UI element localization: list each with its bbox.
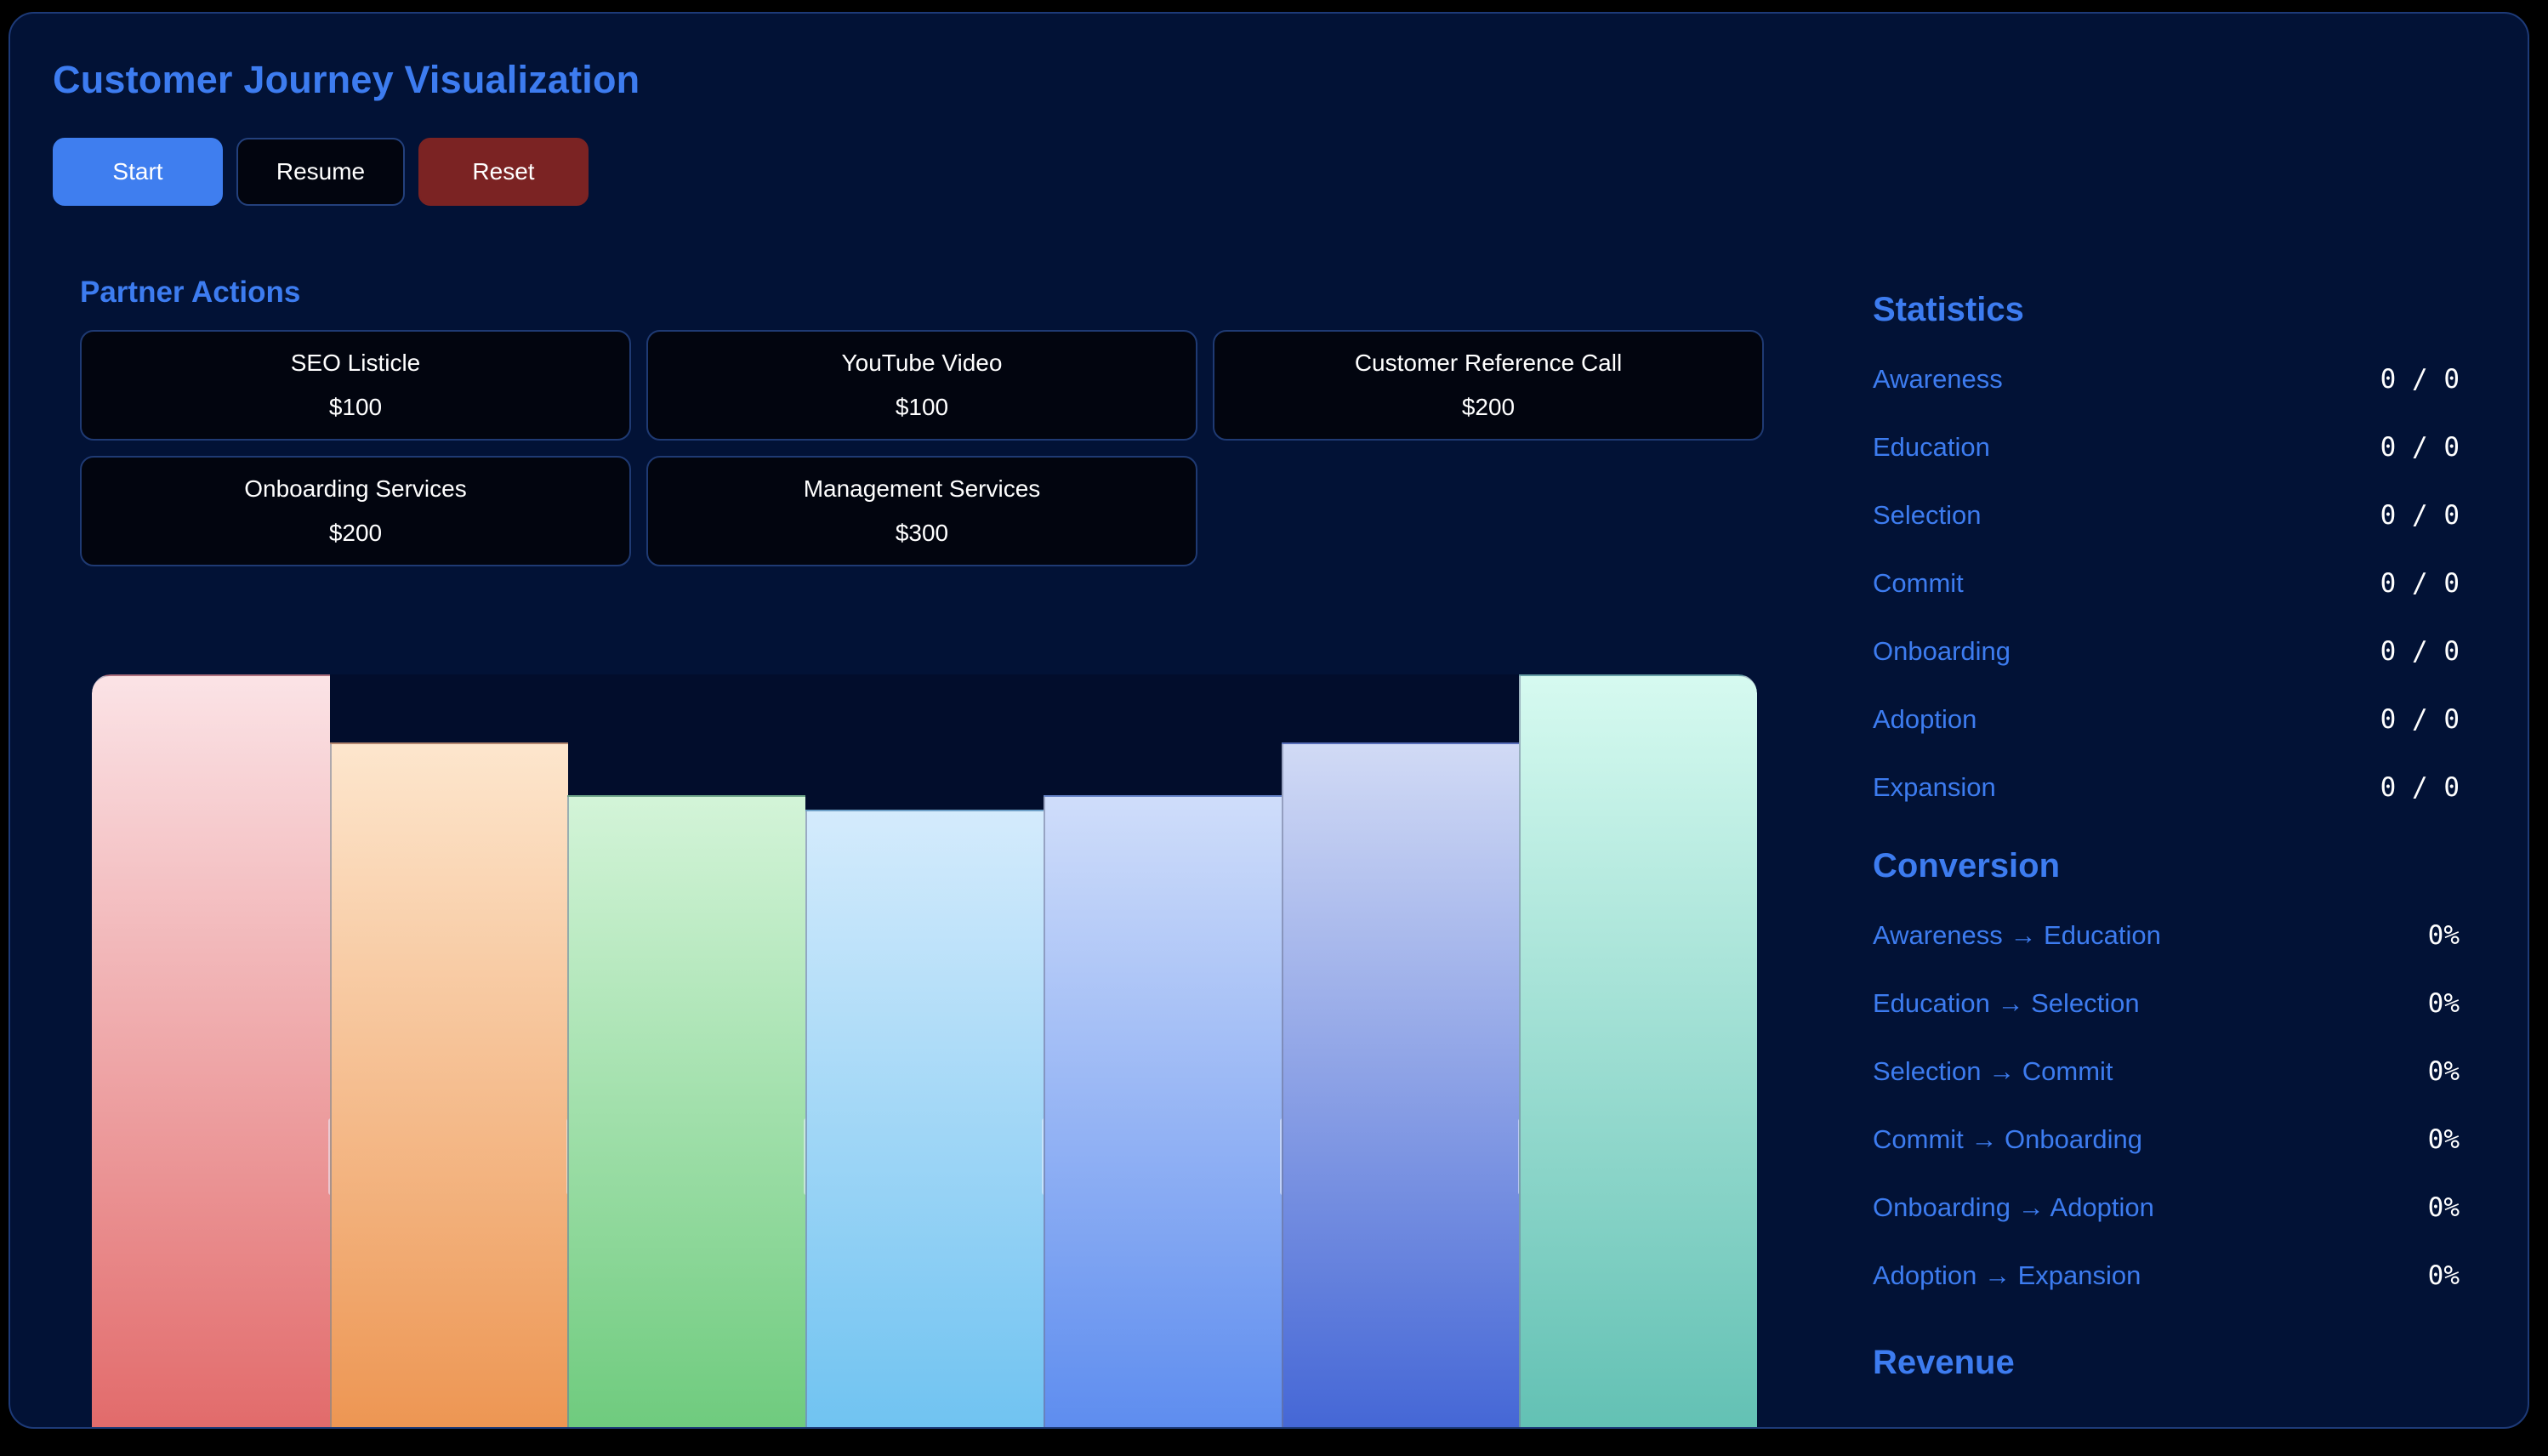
stat-value: 0 / 0 bbox=[2380, 772, 2460, 803]
conversion-label: Commit → Onboarding bbox=[1873, 1124, 2143, 1154]
conversion-value: 0% bbox=[2427, 1192, 2460, 1223]
control-bar: Start Resume Reset bbox=[53, 138, 589, 206]
stat-label: Expansion bbox=[1873, 772, 1996, 802]
stat-row-commit: Commit 0 / 0 bbox=[1873, 549, 2460, 617]
partner-actions-heading: Partner Actions bbox=[80, 276, 301, 309]
statistics-list: Awareness 0 / 0 Education 0 / 0 Selectio… bbox=[1873, 345, 2460, 822]
funnel-stage-commit bbox=[805, 810, 1047, 1427]
action-label: Onboarding Services bbox=[244, 475, 467, 502]
action-label: SEO Listicle bbox=[290, 350, 421, 376]
stat-row-onboarding: Onboarding 0 / 0 bbox=[1873, 617, 2460, 685]
start-button[interactable]: Start bbox=[53, 138, 223, 206]
action-price: $300 bbox=[895, 520, 949, 546]
stat-value: 0 / 0 bbox=[2380, 636, 2460, 667]
stat-label: Awareness bbox=[1873, 364, 2003, 394]
page-title: Customer Journey Visualization bbox=[53, 58, 640, 101]
stat-label: Adoption bbox=[1873, 704, 1977, 734]
conversion-value: 0% bbox=[2427, 1260, 2460, 1291]
stat-value: 0 / 0 bbox=[2380, 364, 2460, 395]
conversion-row: Selection → Commit 0% bbox=[1873, 1038, 2460, 1106]
funnel-stage-onboarding bbox=[1044, 795, 1285, 1427]
conversion-value: 0% bbox=[2427, 988, 2460, 1019]
conversion-value: 0% bbox=[2427, 1124, 2460, 1155]
action-card-youtube-video[interactable]: YouTube Video $100 bbox=[646, 330, 1197, 441]
action-label: Management Services bbox=[803, 475, 1041, 502]
action-card-seo-listicle[interactable]: SEO Listicle $100 bbox=[80, 330, 631, 441]
statistics-heading: Statistics bbox=[1873, 290, 2024, 328]
stat-label: Onboarding bbox=[1873, 636, 2011, 666]
conversion-label: Adoption → Expansion bbox=[1873, 1260, 2141, 1290]
conversion-heading: Conversion bbox=[1873, 846, 2061, 884]
conversion-row: Adoption → Expansion 0% bbox=[1873, 1242, 2460, 1310]
conversion-row: Onboarding → Adoption 0% bbox=[1873, 1174, 2460, 1242]
stat-label: Selection bbox=[1873, 500, 1982, 530]
reset-button[interactable]: Reset bbox=[418, 138, 589, 206]
conversion-label: Onboarding → Adoption bbox=[1873, 1192, 2154, 1222]
funnel-stage-awareness bbox=[92, 674, 333, 1427]
stat-value: 0 / 0 bbox=[2380, 432, 2460, 463]
conversion-list: Awareness → Education 0% Education → Sel… bbox=[1873, 901, 2460, 1310]
stat-row-expansion: Expansion 0 / 0 bbox=[1873, 754, 2460, 822]
action-price: $100 bbox=[328, 394, 383, 420]
conversion-value: 0% bbox=[2427, 920, 2460, 951]
action-label: YouTube Video bbox=[841, 350, 1003, 376]
stat-value: 0 / 0 bbox=[2380, 500, 2460, 531]
action-price: $200 bbox=[328, 520, 383, 546]
stats-panel: Statistics Awareness 0 / 0 Education 0 /… bbox=[1873, 286, 2460, 1386]
stat-label: Education bbox=[1873, 432, 1990, 462]
conversion-row: Commit → Onboarding 0% bbox=[1873, 1106, 2460, 1174]
action-card-management-services[interactable]: Management Services $300 bbox=[646, 456, 1197, 566]
journey-funnel bbox=[92, 674, 1757, 1427]
stat-row-education: Education 0 / 0 bbox=[1873, 413, 2460, 481]
resume-button[interactable]: Resume bbox=[236, 138, 405, 206]
conversion-row: Awareness → Education 0% bbox=[1873, 901, 2460, 970]
action-price: $200 bbox=[1461, 394, 1516, 420]
stat-label: Commit bbox=[1873, 568, 1964, 598]
conversion-value: 0% bbox=[2427, 1056, 2460, 1087]
stat-row-selection: Selection 0 / 0 bbox=[1873, 481, 2460, 549]
app-window: Customer Journey Visualization Start Res… bbox=[9, 12, 2529, 1429]
stat-value: 0 / 0 bbox=[2380, 568, 2460, 599]
revenue-heading: Revenue bbox=[1873, 1343, 2015, 1381]
action-card-onboarding-services[interactable]: Onboarding Services $200 bbox=[80, 456, 631, 566]
funnel-stage-education bbox=[330, 742, 572, 1427]
funnel-stage-expansion bbox=[1519, 674, 1757, 1427]
stat-row-awareness: Awareness 0 / 0 bbox=[1873, 345, 2460, 413]
stat-value: 0 / 0 bbox=[2380, 704, 2460, 735]
action-card-customer-reference-call[interactable]: Customer Reference Call $200 bbox=[1213, 330, 1764, 441]
funnel-stage-adoption bbox=[1282, 742, 1523, 1427]
stat-row-adoption: Adoption 0 / 0 bbox=[1873, 685, 2460, 754]
action-label: Customer Reference Call bbox=[1354, 350, 1623, 376]
conversion-label: Awareness → Education bbox=[1873, 920, 2161, 950]
funnel-stage-selection bbox=[567, 795, 809, 1427]
partner-actions-grid: SEO Listicle $100 YouTube Video $100 Cus… bbox=[80, 330, 1772, 566]
conversion-label: Selection → Commit bbox=[1873, 1056, 2113, 1086]
conversion-row: Education → Selection 0% bbox=[1873, 970, 2460, 1038]
conversion-label: Education → Selection bbox=[1873, 988, 2140, 1018]
action-price: $100 bbox=[895, 394, 949, 420]
